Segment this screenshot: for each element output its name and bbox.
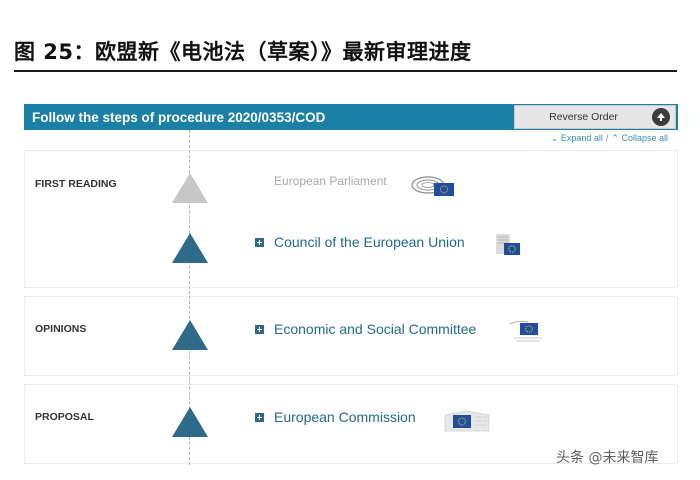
watermark: 头条 @未来智库 (556, 450, 659, 466)
stage-label: FIRST READING (35, 178, 117, 190)
expand-plus-icon[interactable] (255, 324, 264, 334)
stage-first-reading: FIRST READING (24, 150, 678, 288)
institution-european-parliament: European Parliament (274, 174, 387, 188)
chevron-down-icon: ⌄ (550, 133, 559, 143)
step-marker-active (172, 407, 208, 437)
council-icon (494, 232, 524, 263)
commission-icon (443, 405, 491, 438)
institution-name[interactable]: European Commission (274, 409, 416, 425)
expand-collapse-controls: ⌄ Expand all / ⌃ Collapse all (551, 133, 668, 144)
procedure-title: Follow the steps of procedure 2020/0353/… (32, 109, 326, 125)
expand-plus-icon[interactable] (255, 412, 264, 422)
institution-name: European Parliament (274, 174, 387, 188)
step-marker-active (172, 233, 208, 263)
step-marker-active (172, 320, 208, 350)
expand-separator: / (605, 133, 609, 143)
arrow-up-icon[interactable] (652, 108, 670, 126)
stage-label: PROPOSAL (35, 411, 94, 423)
collapse-all-link[interactable]: ⌃ Collapse all (611, 133, 668, 143)
reverse-order-button[interactable]: Reverse Order (514, 105, 676, 129)
procedure-header: Follow the steps of procedure 2020/0353/… (24, 104, 678, 130)
institution-economic-social-committee[interactable]: Economic and Social Committee (255, 321, 476, 337)
figure-title: 图 25：欧盟新《电池法（草案）》最新审理进度 (14, 40, 472, 64)
institution-council-of-eu[interactable]: Council of the European Union (255, 234, 465, 250)
committee-icon (508, 318, 548, 349)
institution-name[interactable]: Council of the European Union (274, 234, 465, 250)
step-marker-pending (172, 173, 208, 203)
expand-all-link[interactable]: ⌄ Expand all (551, 133, 603, 143)
stage-label: OPINIONS (35, 323, 87, 335)
reverse-order-label: Reverse Order (549, 111, 618, 123)
parliament-icon (410, 173, 456, 204)
expand-plus-icon[interactable] (255, 237, 264, 247)
chevron-up-icon: ⌃ (611, 133, 619, 143)
institution-european-commission[interactable]: European Commission (255, 409, 416, 425)
title-divider (14, 70, 677, 72)
institution-name[interactable]: Economic and Social Committee (274, 321, 476, 337)
